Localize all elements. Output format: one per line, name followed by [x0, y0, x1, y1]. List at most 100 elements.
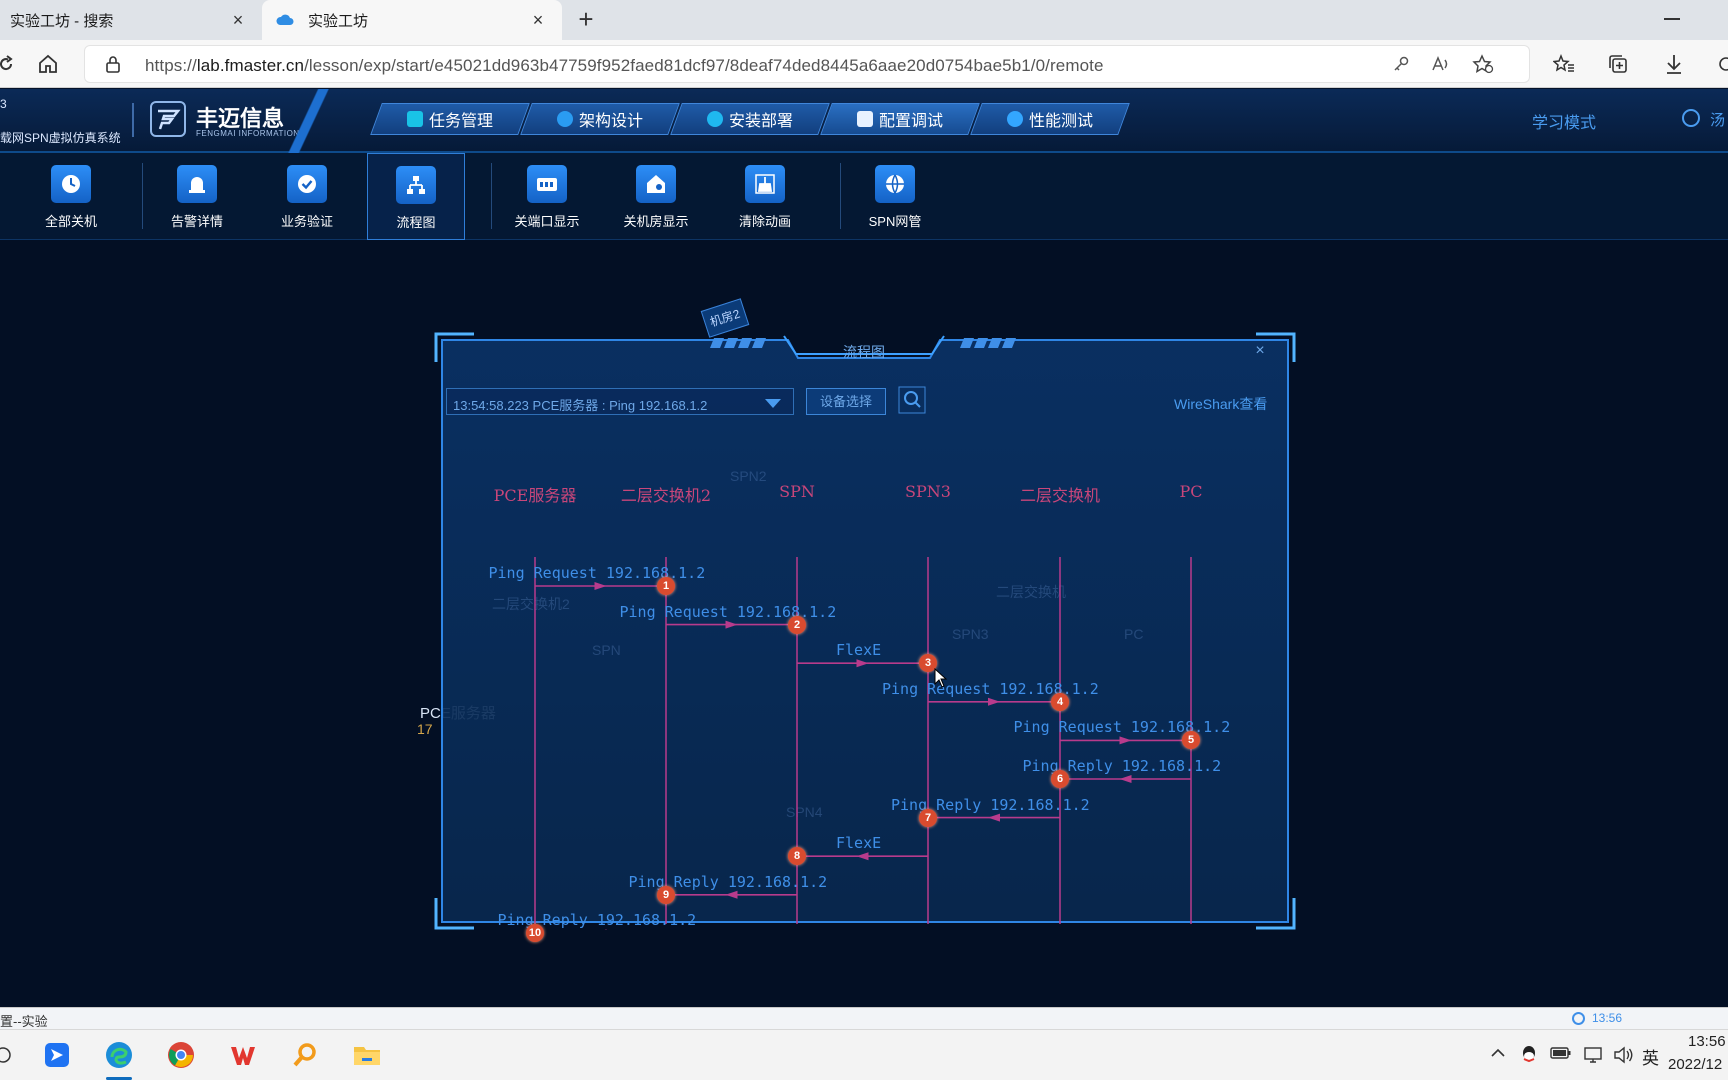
- tray-clock-time[interactable]: 13:56: [1688, 1033, 1726, 1050]
- step-number-badge: 5: [1182, 731, 1200, 750]
- learning-mode-toggle[interactable]: 学习模式: [1532, 109, 1596, 133]
- menu-label: 安装部署: [728, 113, 793, 130]
- menu-task-management[interactable]: 任务管理: [370, 103, 530, 135]
- step-number-badge: 1: [657, 577, 675, 595]
- tool-separator: [840, 163, 841, 229]
- favorites-icon[interactable]: [1550, 50, 1578, 78]
- room-icon: [636, 165, 676, 203]
- file-explorer-icon[interactable]: [350, 1038, 384, 1072]
- step-number-badge: 9: [657, 885, 675, 904]
- service-verify-button[interactable]: 业务验证: [264, 153, 350, 240]
- url-path: /lesson/exp/start/e45021dd963b47759f952f…: [304, 56, 1104, 75]
- brand-divider: [132, 103, 134, 137]
- start-icon[interactable]: [0, 1038, 20, 1072]
- header-decoration: [250, 89, 370, 153]
- network-icon[interactable]: [1582, 1046, 1604, 1067]
- refresh-icon[interactable]: [0, 50, 20, 78]
- architecture-icon: [556, 111, 573, 127]
- lane-label: PCE服务器: [493, 486, 577, 505]
- clear-animation-icon: [745, 165, 785, 203]
- tool-label: 全部关机: [44, 214, 97, 229]
- home-icon[interactable]: [34, 50, 62, 78]
- system-name: 载网SPN虚拟仿真系统: [0, 131, 121, 145]
- minimize-button[interactable]: [1664, 18, 1680, 20]
- user-icon[interactable]: [1682, 109, 1700, 127]
- downloads-icon[interactable]: [1660, 50, 1688, 78]
- app-viewport: 3 载网SPN虚拟仿真系统 丰迈信息 FENGMAI INFORMATION 任…: [0, 89, 1728, 1007]
- lane-label: SPN: [779, 482, 815, 501]
- new-tab-button[interactable]: +: [572, 6, 600, 34]
- port-icon: [527, 165, 567, 203]
- close-port-display-button[interactable]: 关端口显示: [504, 153, 590, 240]
- menu-install-deploy[interactable]: 安装部署: [670, 103, 830, 135]
- extensions-icon[interactable]: [1712, 50, 1728, 78]
- tab-lab[interactable]: 实验工坊 ×: [262, 0, 562, 40]
- menu-architecture-design[interactable]: 架构设计: [520, 103, 680, 135]
- lock-icon[interactable]: [99, 50, 127, 78]
- battery-icon[interactable]: [1550, 1046, 1572, 1063]
- close-room-display-button[interactable]: 关机房显示: [613, 153, 699, 240]
- app-header: 3 载网SPN虚拟仿真系统 丰迈信息 FENGMAI INFORMATION 任…: [0, 89, 1728, 153]
- message-label: FlexE: [836, 834, 882, 853]
- check-icon: [287, 165, 327, 203]
- flowchart-icon: [396, 166, 436, 204]
- browser-tab-strip: 实验工坊 - 搜索 × 实验工坊 × +: [0, 0, 1728, 40]
- performance-icon: [1006, 111, 1023, 127]
- menu-label: 性能测试: [1028, 113, 1093, 130]
- read-aloud-icon[interactable]: [1427, 50, 1455, 78]
- cloud-favicon-icon: [276, 11, 294, 29]
- status-time: 13:56: [1592, 1011, 1623, 1025]
- qq-icon[interactable]: [1520, 1044, 1538, 1067]
- flowchart-button[interactable]: 流程图: [367, 153, 465, 240]
- user-name[interactable]: 汤: [1710, 109, 1725, 130]
- tool-label: 流程图: [396, 215, 436, 230]
- tool-separator: [491, 163, 492, 229]
- alarm-icon: [177, 165, 217, 203]
- message-label: Ping Request 192.168.1.2: [619, 602, 837, 621]
- url-text[interactable]: https://lab.fmaster.cn/lesson/exp/start/…: [145, 56, 1104, 76]
- step-number-badge: 7: [919, 808, 937, 827]
- tab-close-icon[interactable]: ×: [528, 10, 548, 30]
- step-number-badge: 10: [526, 924, 544, 943]
- wps-icon[interactable]: [226, 1038, 260, 1072]
- step-number-badge: 8: [788, 847, 806, 866]
- tab-close-icon[interactable]: ×: [228, 10, 248, 30]
- edge-icon[interactable]: [102, 1038, 136, 1072]
- volume-icon[interactable]: [1612, 1046, 1634, 1067]
- tray-clock-date[interactable]: 2022/12: [1668, 1056, 1722, 1073]
- feishu-icon[interactable]: [40, 1038, 74, 1072]
- clear-animation-button[interactable]: 清除动画: [722, 153, 808, 240]
- add-favorite-icon[interactable]: [1469, 50, 1497, 78]
- tab-title: 实验工坊 - 搜索: [10, 12, 114, 30]
- tool-label: 业务验证: [280, 214, 333, 229]
- chevron-up-icon[interactable]: [1490, 1046, 1506, 1062]
- search-tool-icon[interactable]: [288, 1038, 322, 1072]
- windows-taskbar: 英 13:56 2022/12: [0, 1029, 1728, 1080]
- message-label: FlexE: [836, 641, 882, 660]
- menu-label: 架构设计: [578, 113, 643, 130]
- pce-server-ip-partial: 17: [417, 721, 433, 737]
- app-status-bar: 置--实验 13:56: [0, 1007, 1728, 1029]
- brand-partial-mark: 3: [0, 97, 7, 111]
- config-icon: [856, 111, 873, 127]
- step-number-badge: 6: [1051, 770, 1069, 788]
- address-bar[interactable]: https://lab.fmaster.cn/lesson/exp/start/…: [84, 45, 1530, 83]
- menu-config-debug[interactable]: 配置调试: [820, 103, 980, 135]
- chrome-icon[interactable]: [164, 1038, 198, 1072]
- power-off-all-button[interactable]: 全部关机: [28, 153, 114, 240]
- lane-label: 二层交换机: [1019, 486, 1100, 505]
- alarm-details-button[interactable]: 告警详情: [154, 153, 240, 240]
- menu-label: 配置调试: [878, 113, 943, 130]
- menu-performance-test[interactable]: 性能测试: [970, 103, 1130, 135]
- tab-search[interactable]: 实验工坊 - 搜索 ×: [0, 0, 262, 40]
- spn-network-manager-button[interactable]: SPN网管: [852, 153, 938, 240]
- network-globe-icon: [875, 165, 915, 203]
- tool-label: 关端口显示: [514, 214, 580, 229]
- mouse-cursor-icon: [934, 668, 948, 688]
- ime-indicator[interactable]: 英: [1642, 1044, 1659, 1069]
- step-number-badge: 4: [1051, 692, 1069, 711]
- key-icon[interactable]: [1387, 50, 1415, 78]
- lane-label: 二层交换机2: [620, 486, 712, 505]
- collections-icon[interactable]: [1604, 50, 1632, 78]
- tool-label: 清除动画: [738, 214, 791, 229]
